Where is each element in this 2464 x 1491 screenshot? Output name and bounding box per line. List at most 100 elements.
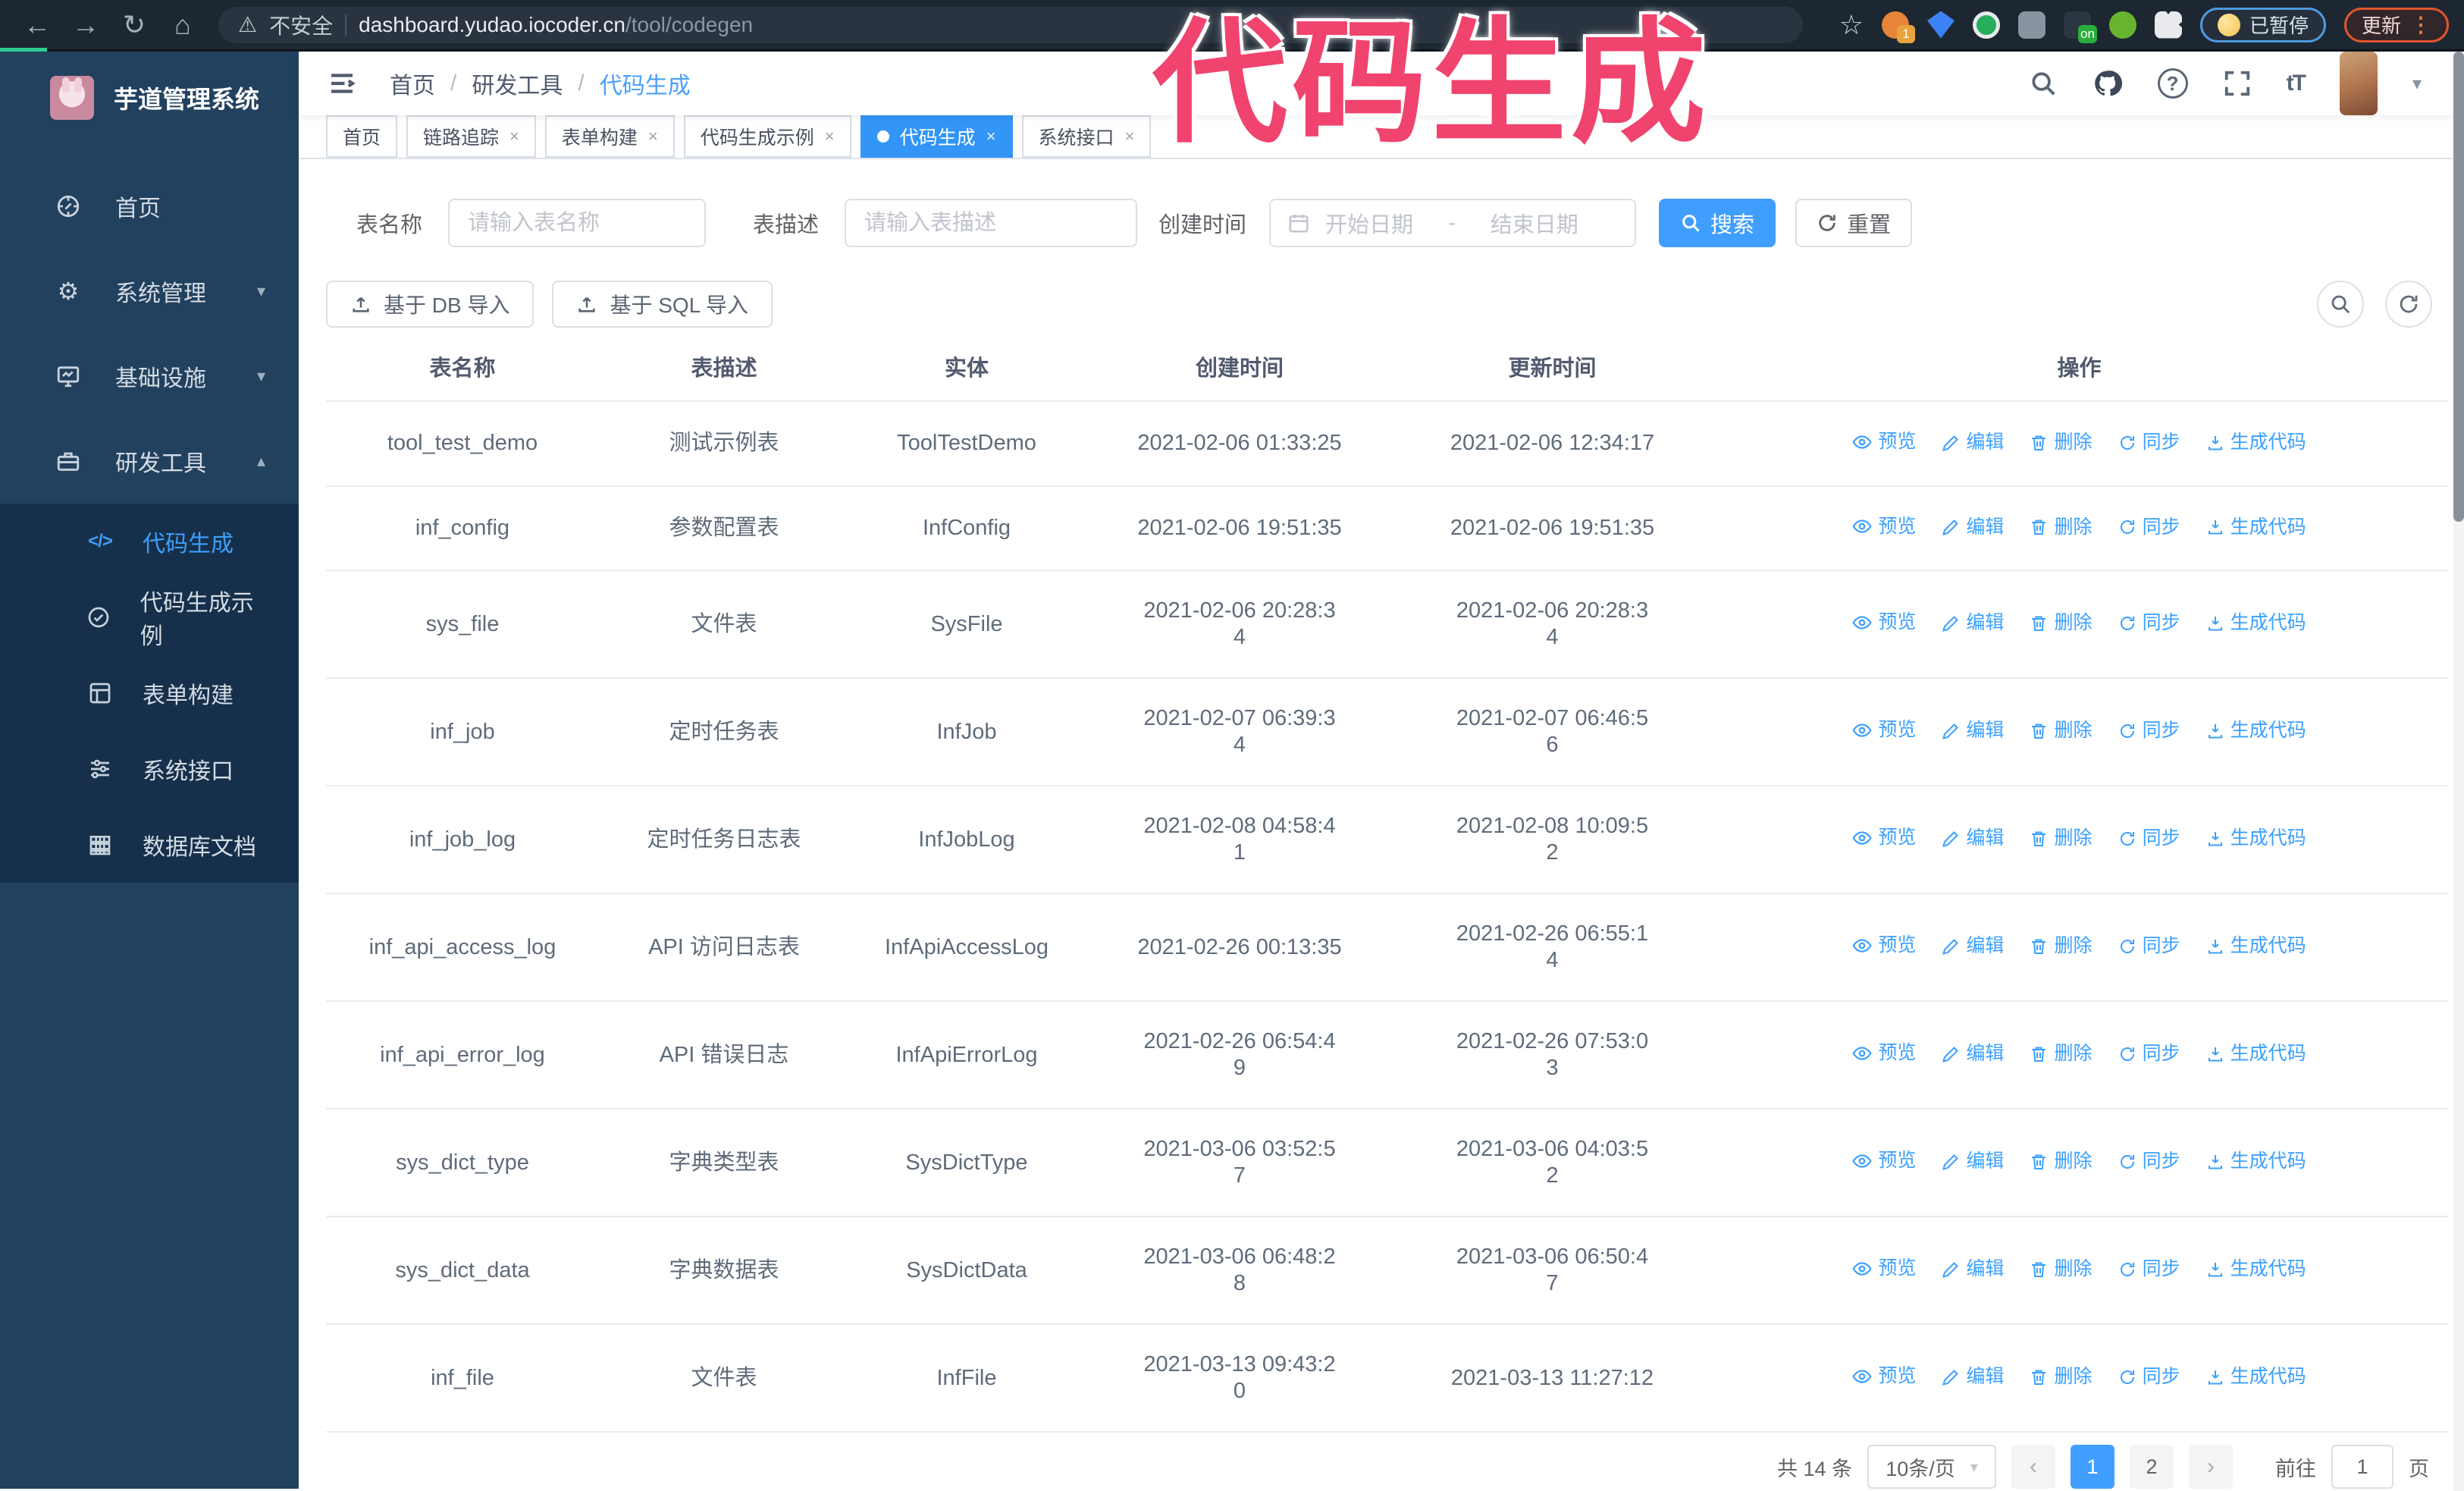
delete-link[interactable]: 删除 (2030, 1256, 2093, 1282)
edit-link[interactable]: 编辑 (1942, 1364, 2004, 1390)
edit-link[interactable]: 编辑 (1942, 825, 2004, 852)
browser-forward-button[interactable]: → (64, 5, 108, 45)
delete-link[interactable]: 删除 (2030, 933, 2093, 959)
page-scrollbar[interactable] (2453, 52, 2464, 1491)
page-size-select[interactable]: 10条/页 ▾ (1867, 1445, 1996, 1489)
sidebar-item-codegen[interactable]: </> 代码生成 (0, 504, 299, 579)
sync-link[interactable]: 同步 (2118, 514, 2180, 541)
sidebar-collapse-icon[interactable] (326, 67, 358, 99)
page-button-2[interactable]: 2 (2130, 1445, 2174, 1489)
preview-link[interactable]: 预览 (1852, 932, 1916, 959)
browser-menu-icon[interactable]: ⋮ (2410, 12, 2431, 37)
search-button[interactable]: 搜索 (1659, 199, 1776, 247)
close-icon[interactable]: × (509, 127, 519, 146)
browser-back-button[interactable]: ← (15, 5, 59, 45)
date-range-picker[interactable]: 开始日期 - 结束日期 (1269, 199, 1637, 247)
table-row[interactable]: tool_test_demo 测试示例表 ToolTestDemo 2021-0… (326, 401, 2449, 487)
tag-tab-tracing[interactable]: 链路追踪 × (406, 115, 536, 158)
delete-link[interactable]: 删除 (2030, 1364, 2093, 1390)
breadcrumb-devtools[interactable]: 研发工具 (472, 67, 563, 100)
sidebar-item-devtools[interactable]: 研发工具 ▴ (0, 419, 299, 504)
edit-link[interactable]: 编辑 (1942, 1148, 2004, 1175)
generate-code-link[interactable]: 生成代码 (2206, 1256, 2306, 1282)
bookmark-star-icon[interactable]: ☆ (1839, 9, 1864, 41)
preview-link[interactable]: 预览 (1852, 513, 1916, 540)
table-desc-input[interactable] (845, 199, 1138, 247)
generate-code-link[interactable]: 生成代码 (2206, 514, 2306, 541)
table-row[interactable]: inf_job_log 定时任务日志表 InfJobLog 2021-02-08… (326, 786, 2449, 894)
generate-code-link[interactable]: 生成代码 (2206, 933, 2306, 959)
preview-link[interactable]: 预览 (1852, 428, 1916, 455)
import-db-button[interactable]: 基于 DB 导入 (326, 281, 534, 328)
sidebar-item-home[interactable]: 首页 (0, 164, 299, 249)
tag-tab-system-api[interactable]: 系统接口 × (1021, 115, 1152, 158)
preview-link[interactable]: 预览 (1852, 1147, 1916, 1174)
table-row[interactable]: inf_config 参数配置表 InfConfig 2021-02-06 19… (326, 485, 2449, 571)
paused-profile-button[interactable]: 已暂停 (2199, 7, 2326, 42)
avatar-caret-icon[interactable]: ▾ (2412, 73, 2422, 95)
search-icon[interactable] (2029, 69, 2058, 98)
import-sql-button[interactable]: 基于 SQL 导入 (552, 281, 773, 328)
delete-link[interactable]: 删除 (2030, 717, 2093, 744)
edit-link[interactable]: 编辑 (1942, 1041, 2004, 1067)
sync-link[interactable]: 同步 (2118, 825, 2180, 852)
browser-update-button[interactable]: 更新 ⋮ (2343, 7, 2449, 42)
sidebar-item-infra[interactable]: 基础设施 ▾ (0, 334, 299, 419)
tag-tab-codegen[interactable]: 代码生成 × (860, 115, 1013, 158)
edit-link[interactable]: 编辑 (1942, 717, 2004, 744)
scrollbar-thumb[interactable] (2453, 52, 2464, 522)
edit-link[interactable]: 编辑 (1942, 1256, 2004, 1282)
sync-link[interactable]: 同步 (2118, 933, 2180, 959)
delete-link[interactable]: 删除 (2030, 429, 2093, 456)
sidebar-item-db-doc[interactable]: 数据库文档 (0, 807, 299, 883)
tag-tab-form-builder[interactable]: 表单构建 × (544, 115, 675, 158)
goto-page-input[interactable] (2331, 1445, 2393, 1489)
browser-home-button[interactable]: ⌂ (161, 5, 205, 45)
table-row[interactable]: inf_job 定时任务表 InfJob 2021-02-07 06:39:3 … (326, 678, 2449, 786)
table-row[interactable]: inf_api_access_log API 访问日志表 InfApiAcces… (326, 893, 2449, 1002)
sync-link[interactable]: 同步 (2118, 610, 2180, 636)
preview-link[interactable]: 预览 (1852, 1255, 1916, 1282)
toggle-search-button[interactable] (2317, 281, 2364, 328)
table-row[interactable]: sys_dict_type 字典类型表 SysDictType 2021-03-… (326, 1109, 2449, 1217)
delete-link[interactable]: 删除 (2030, 825, 2093, 852)
delete-link[interactable]: 删除 (2030, 514, 2093, 541)
table-row[interactable]: inf_file 文件表 InfFile 2021-03-13 09:43:2 … (326, 1324, 2449, 1433)
refresh-table-button[interactable] (2385, 281, 2432, 328)
generate-code-link[interactable]: 生成代码 (2206, 1041, 2306, 1067)
tag-tab-codegen-demo[interactable]: 代码生成示例 × (683, 115, 851, 158)
preview-link[interactable]: 预览 (1852, 824, 1916, 851)
help-icon[interactable]: ? (2157, 68, 2188, 99)
page-button-1[interactable]: 1 (2071, 1445, 2114, 1489)
sidebar-item-codegen-demo[interactable]: 代码生成示例 (0, 579, 299, 655)
preview-link[interactable]: 预览 (1852, 1363, 1916, 1389)
reset-button[interactable]: 重置 (1795, 199, 1913, 247)
extension-icon-4[interactable] (2017, 11, 2045, 39)
extension-icon-6[interactable] (2108, 11, 2136, 39)
preview-link[interactable]: 预览 (1852, 717, 1916, 743)
sidebar-item-system-api[interactable]: 系统接口 (0, 731, 299, 807)
generate-code-link[interactable]: 生成代码 (2206, 825, 2306, 852)
browser-reload-button[interactable]: ↻ (112, 5, 156, 45)
sidebar-item-system[interactable]: ⚙ 系统管理 ▾ (0, 249, 299, 334)
delete-link[interactable]: 删除 (2030, 1148, 2093, 1175)
extension-icon-2[interactable] (1926, 11, 1955, 39)
github-icon[interactable] (2093, 68, 2123, 99)
edit-link[interactable]: 编辑 (1942, 610, 2004, 636)
generate-code-link[interactable]: 生成代码 (2206, 1148, 2306, 1175)
tag-tab-home[interactable]: 首页 (326, 115, 398, 158)
sync-link[interactable]: 同步 (2118, 717, 2180, 744)
extension-icon-5[interactable]: on (2063, 11, 2097, 43)
generate-code-link[interactable]: 生成代码 (2206, 429, 2306, 456)
extensions-puzzle-icon[interactable] (2154, 11, 2182, 39)
close-icon[interactable]: × (648, 127, 658, 146)
close-icon[interactable]: × (986, 127, 996, 146)
close-icon[interactable]: × (1125, 127, 1135, 146)
preview-link[interactable]: 预览 (1852, 1040, 1916, 1066)
extension-icon-1[interactable]: 1 (1881, 11, 1915, 43)
generate-code-link[interactable]: 生成代码 (2206, 610, 2306, 636)
edit-link[interactable]: 编辑 (1942, 429, 2004, 456)
fullscreen-icon[interactable] (2223, 69, 2252, 98)
prev-page-button[interactable]: ‹ (2011, 1445, 2055, 1489)
sync-link[interactable]: 同步 (2118, 429, 2180, 456)
